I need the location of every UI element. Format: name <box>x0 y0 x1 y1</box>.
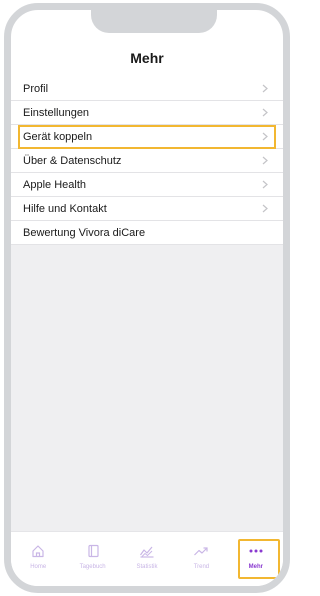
menu-item-label: Über & Datenschutz <box>23 154 122 167</box>
menu-item-label: Profil <box>23 82 49 95</box>
tab-trend[interactable]: Trend <box>174 532 228 586</box>
menu-item-geraet-koppeln[interactable]: Gerät koppeln <box>11 125 283 149</box>
chevron-right-icon <box>259 203 271 215</box>
tab-label: Statistik <box>136 564 158 570</box>
menu-item-label: Bewertung Vivora diCare <box>23 226 146 239</box>
tab-bar: Home Tagebuch Statistik Trend Mehr <box>11 531 283 586</box>
book-icon <box>84 543 102 559</box>
statistics-icon <box>138 543 156 559</box>
menu-item-einstellungen[interactable]: Einstellungen <box>11 101 283 125</box>
menu-item-label: Einstellungen <box>23 106 90 119</box>
chevron-right-icon <box>259 107 271 119</box>
tab-label: Mehr <box>248 564 263 570</box>
menu-item-bewertung[interactable]: Bewertung Vivora diCare <box>11 221 283 245</box>
menu-item-profil[interactable]: Profil <box>11 77 283 101</box>
chevron-right-icon <box>259 179 271 191</box>
phone-frame: Mehr Profil Einstellungen Gerät koppeln … <box>4 3 290 593</box>
tab-mehr[interactable]: Mehr <box>229 532 283 586</box>
menu-item-label: Gerät koppeln <box>23 130 93 143</box>
tab-tagebuch[interactable]: Tagebuch <box>65 532 119 586</box>
trend-icon <box>192 543 210 559</box>
tab-home[interactable]: Home <box>11 532 65 586</box>
chevron-right-icon <box>259 155 271 167</box>
chevron-right-icon <box>259 83 271 95</box>
tab-statistik[interactable]: Statistik <box>120 532 174 586</box>
tab-label: Trend <box>193 564 210 570</box>
tab-label: Home <box>30 564 47 570</box>
menu-list: Profil Einstellungen Gerät koppeln Über … <box>11 77 283 532</box>
menu-item-datenschutz[interactable]: Über & Datenschutz <box>11 149 283 173</box>
more-dots-icon <box>247 543 265 559</box>
menu-item-apple-health[interactable]: Apple Health <box>11 173 283 197</box>
menu-item-hilfe-kontakt[interactable]: Hilfe und Kontakt <box>11 197 283 221</box>
phone-notch <box>91 10 217 33</box>
tab-label: Tagebuch <box>79 564 106 570</box>
menu-item-label: Hilfe und Kontakt <box>23 202 107 215</box>
page-title: Mehr <box>130 50 164 66</box>
home-icon <box>29 543 47 559</box>
chevron-right-icon <box>259 131 271 143</box>
menu-item-label: Apple Health <box>23 178 86 191</box>
